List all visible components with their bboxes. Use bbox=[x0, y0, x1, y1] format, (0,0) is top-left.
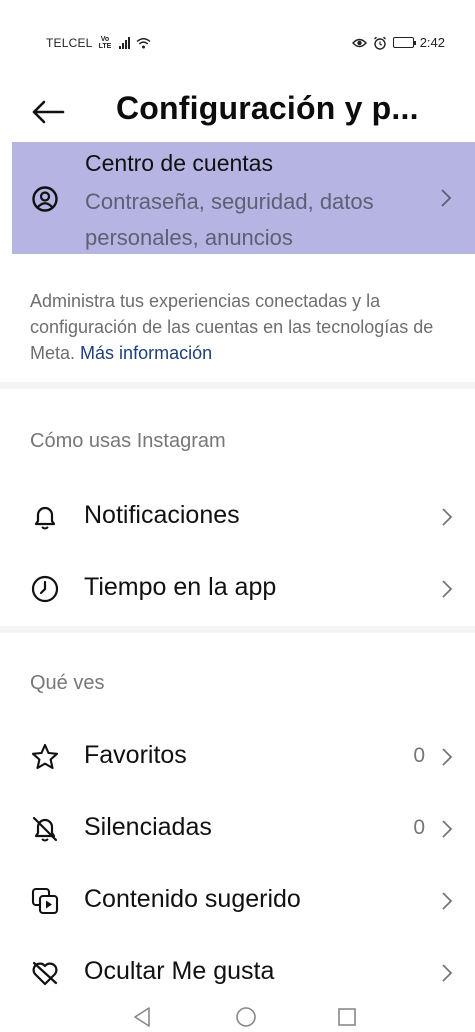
chevron-right-icon bbox=[442, 580, 453, 598]
row-count: 0 bbox=[413, 816, 425, 839]
chevron-right-icon bbox=[442, 508, 453, 526]
battery-icon bbox=[392, 37, 416, 48]
media-play-icon bbox=[31, 887, 59, 915]
status-left: TELCEL Vo LTE bbox=[46, 36, 151, 50]
signal-icon bbox=[119, 37, 131, 49]
settings-screen: TELCEL Vo LTE 2:42 Configuración y p... … bbox=[0, 0, 475, 1032]
settings-row-suggested-content[interactable]: Contenido sugerido bbox=[0, 870, 475, 932]
eye-comfort-icon bbox=[351, 38, 367, 47]
status-bar: TELCEL Vo LTE 2:42 bbox=[0, 0, 475, 84]
row-count: 0 bbox=[413, 744, 425, 767]
nav-home-button[interactable] bbox=[231, 1004, 261, 1030]
settings-row-hide-likes[interactable]: Ocultar Me gusta bbox=[0, 942, 475, 1004]
chevron-right-icon bbox=[441, 189, 452, 207]
star-icon bbox=[31, 743, 59, 770]
chevron-right-icon bbox=[442, 892, 453, 910]
clock-icon bbox=[31, 575, 59, 603]
row-label: Tiempo en la app bbox=[84, 573, 277, 601]
nav-recents-icon bbox=[338, 1008, 356, 1026]
back-button[interactable] bbox=[28, 88, 68, 136]
accounts-center-info: Administra tus experiencias conectadas y… bbox=[30, 288, 450, 366]
heart-off-icon bbox=[32, 961, 58, 986]
status-right: 2:42 bbox=[351, 35, 445, 50]
row-label: Ocultar Me gusta bbox=[84, 957, 275, 985]
clock-time: 2:42 bbox=[419, 35, 445, 50]
row-label: Contenido sugerido bbox=[84, 885, 301, 913]
section-divider bbox=[0, 626, 475, 633]
settings-row-time-in-app[interactable]: Tiempo en la app bbox=[0, 558, 475, 620]
section-title-how-you-use: Cómo usas Instagram bbox=[30, 430, 226, 452]
user-circle-icon bbox=[32, 186, 58, 212]
page-title: Configuración y p... bbox=[116, 90, 419, 126]
system-nav-bar bbox=[0, 1000, 475, 1032]
accounts-center-subtitle: Contraseña, seguridad, datos personales,… bbox=[85, 189, 374, 250]
alarm-icon bbox=[373, 36, 386, 50]
row-label: Silenciadas bbox=[84, 813, 212, 841]
chevron-right-icon bbox=[442, 748, 453, 766]
nav-home-icon bbox=[236, 1007, 256, 1027]
row-label: Notificaciones bbox=[84, 501, 240, 529]
settings-row-favorites[interactable]: Favoritos 0 bbox=[0, 726, 475, 788]
header: Configuración y p... bbox=[0, 84, 475, 140]
chevron-right-icon bbox=[442, 964, 453, 982]
volte-indicator: Vo LTE bbox=[98, 36, 112, 50]
nav-back-icon bbox=[134, 1007, 150, 1027]
arrow-left-icon bbox=[32, 100, 65, 124]
wifi-icon bbox=[136, 38, 151, 49]
section-title-what-you-see: Qué ves bbox=[30, 672, 105, 694]
chevron-right-icon bbox=[442, 820, 453, 838]
settings-row-notifications[interactable]: Notificaciones bbox=[0, 486, 475, 548]
row-label: Favoritos bbox=[84, 741, 187, 769]
accounts-center-item[interactable]: Centro de cuentas Contraseña, seguridad,… bbox=[12, 142, 475, 254]
bell-off-icon bbox=[32, 816, 58, 842]
section-divider bbox=[0, 382, 475, 389]
carrier-label: TELCEL bbox=[46, 36, 93, 50]
accounts-center-title: Centro de cuentas bbox=[85, 150, 273, 176]
settings-row-muted[interactable]: Silenciadas 0 bbox=[0, 798, 475, 860]
nav-back-button[interactable] bbox=[127, 1004, 157, 1030]
nav-recents-button[interactable] bbox=[332, 1004, 362, 1030]
bell-icon bbox=[34, 506, 56, 530]
more-info-link[interactable]: Más información bbox=[80, 343, 212, 363]
